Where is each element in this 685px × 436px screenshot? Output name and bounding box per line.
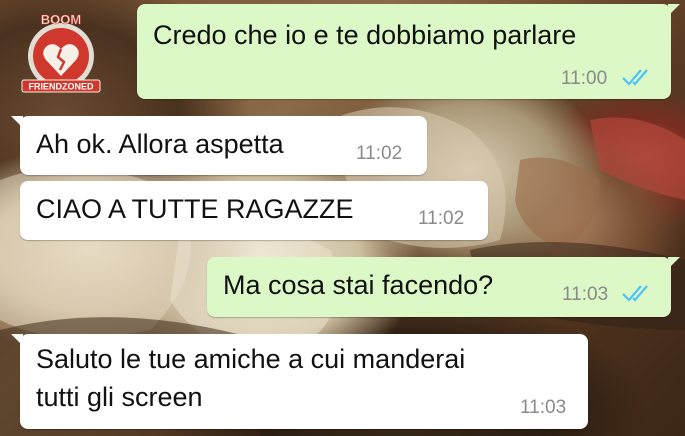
- message-timestamp: 11:02: [356, 143, 403, 164]
- message-timestamp: 11:00: [561, 68, 608, 89]
- message-bubble-outgoing[interactable]: Ma cosa stai facendo? 11:03: [207, 257, 680, 317]
- read-receipt-ticks-icon: [622, 285, 648, 302]
- bubble-tail: [11, 116, 23, 128]
- message-bubble-incoming[interactable]: CIAO A TUTTE RAGAZZE 11:02: [20, 181, 488, 240]
- message-text: Ah ok. Allora aspetta: [36, 129, 284, 159]
- bubble-tail: [668, 4, 680, 16]
- bubble-tail: [11, 334, 23, 346]
- message-timestamp: 11:03: [520, 397, 567, 418]
- bubble-tail: [668, 257, 680, 269]
- message-bubble-outgoing[interactable]: Credo che io e te dobbiamo parlare 11:00: [137, 4, 680, 99]
- read-receipt-ticks-icon: [622, 69, 648, 86]
- message-text-line: tutti gli screen: [36, 382, 203, 412]
- logo-bottom-text: FRIENDZONED: [29, 82, 95, 92]
- message-text: Credo che io e te dobbiamo parlare: [153, 20, 577, 50]
- message-timestamp: 11:02: [418, 208, 465, 229]
- message-text-line: Saluto le tue amiche a cui manderai: [36, 344, 466, 374]
- logo-top-text: BOOM: [41, 12, 81, 27]
- message-timestamp: 11:03: [562, 284, 609, 305]
- message-bubble-incoming[interactable]: Ah ok. Allora aspetta 11:02: [11, 116, 427, 175]
- message-bubble-incoming[interactable]: Saluto le tue amiche a cui manderai tutt…: [11, 334, 588, 429]
- message-text: CIAO A TUTTE RAGAZZE: [36, 194, 354, 224]
- message-text: Ma cosa stai facendo?: [223, 270, 494, 300]
- boom-friendzoned-logo: BOOM FRIENDZONED: [21, 12, 101, 93]
